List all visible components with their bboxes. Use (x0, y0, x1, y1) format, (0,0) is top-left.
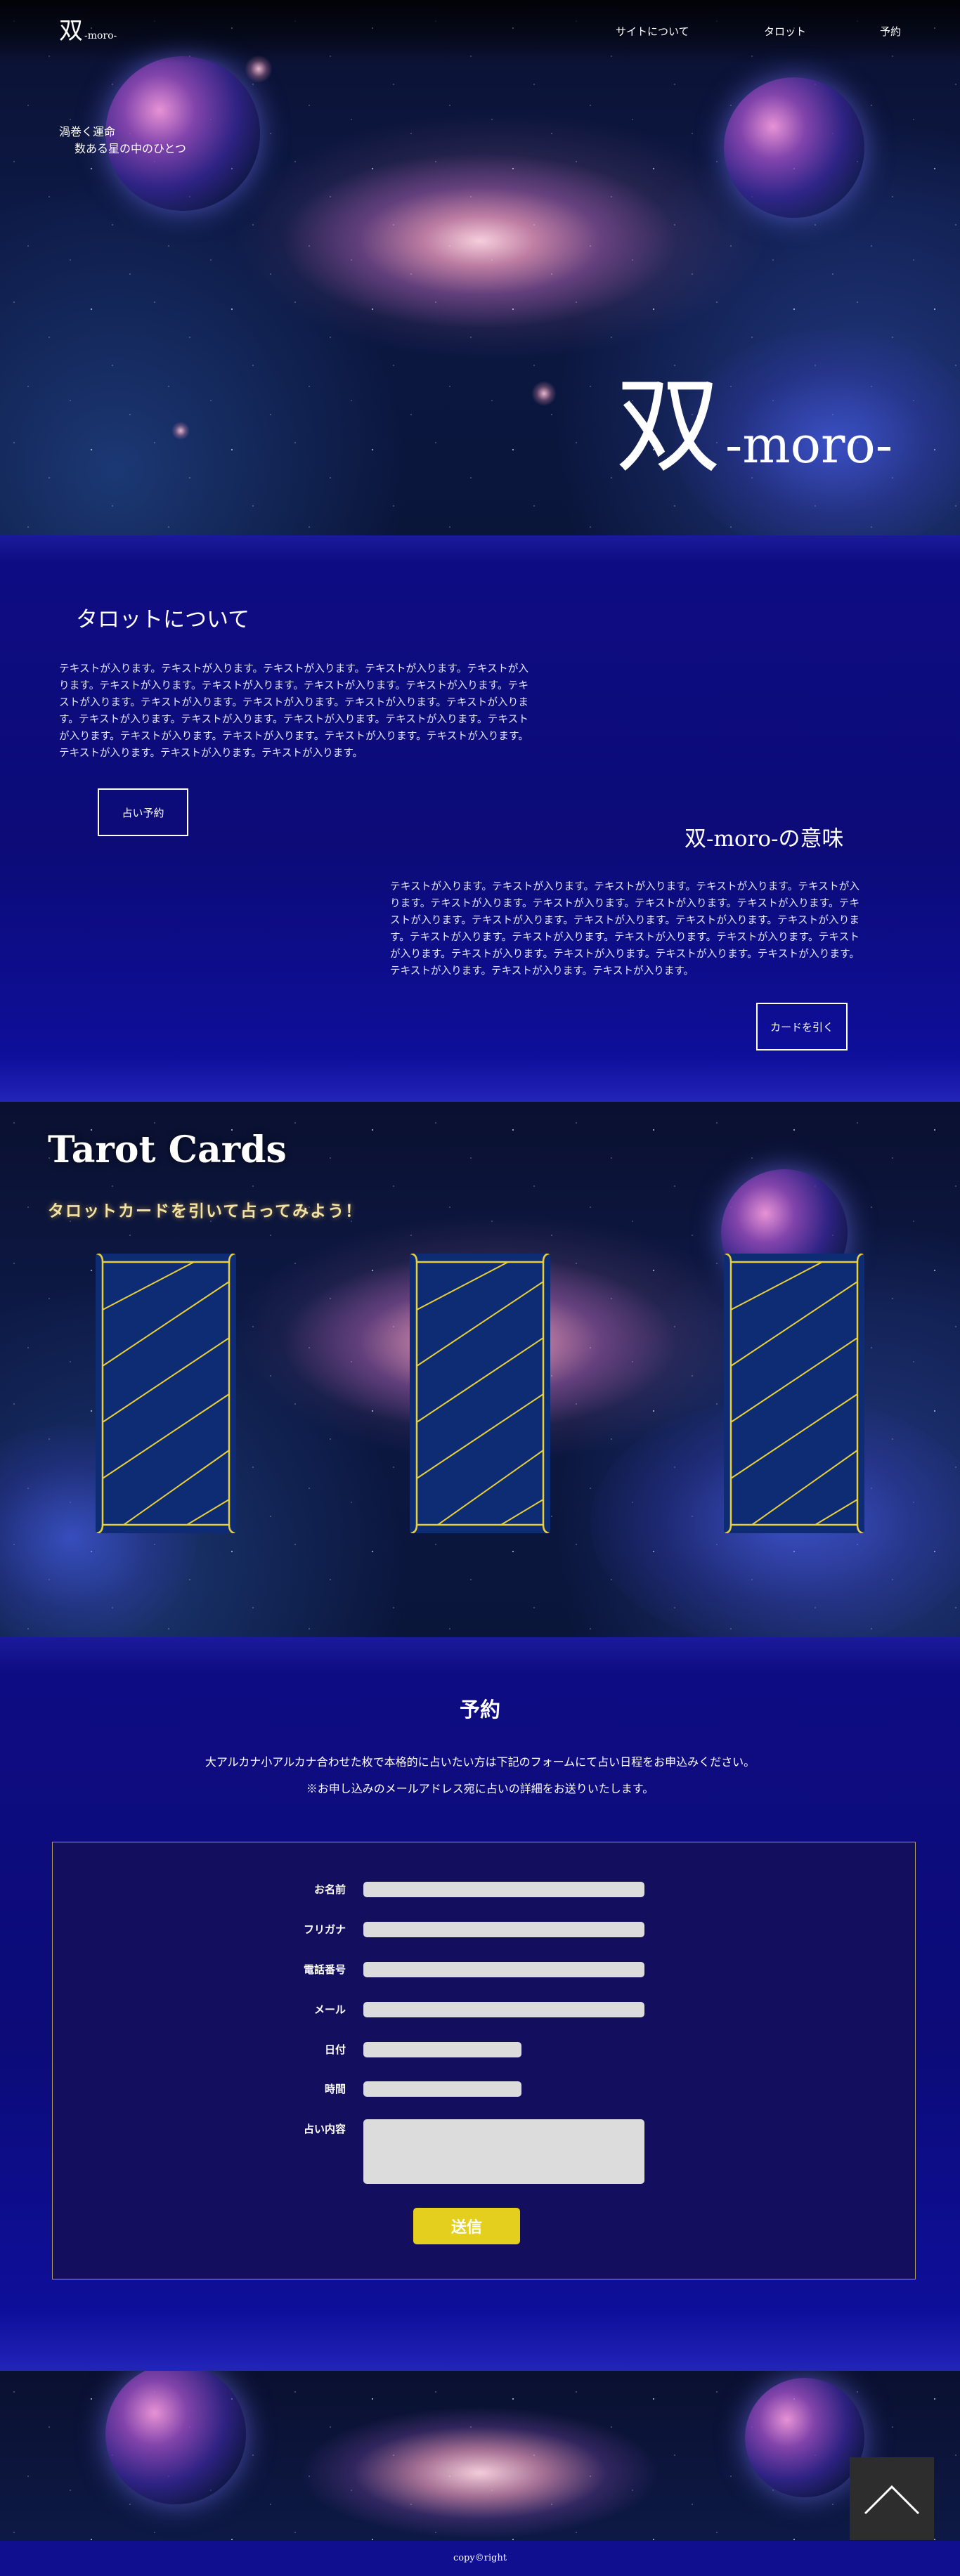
content-textarea[interactable] (363, 2119, 644, 2184)
about-heading: タロットについて (76, 607, 250, 632)
hero-title: 双-moro- (616, 365, 893, 488)
label-date: 日付 (324, 2043, 346, 2056)
label-furigana: フリガナ (303, 1923, 346, 1936)
reservation-intro-1: 大アルカナ小アルカナ合わせた枚で本格的に占いたい方は下記のフォームにて占い日程を… (205, 1755, 755, 1769)
meaning-heading: 双-moro-の意味 (685, 826, 844, 852)
star-glow (531, 381, 557, 406)
tarot-card-2[interactable] (410, 1254, 550, 1533)
label-time: 時間 (324, 2083, 346, 2095)
furigana-field[interactable] (363, 1922, 644, 1937)
label-name: お名前 (313, 1883, 346, 1896)
label-content: 占い内容 (303, 2123, 346, 2135)
label-phone: 電話番号 (303, 1963, 346, 1976)
footer-image (0, 2371, 960, 2541)
nav-item-tarot[interactable]: タロット (764, 24, 806, 39)
copyright: copy©right (0, 2541, 960, 2576)
label-email: メール (313, 2003, 346, 2016)
hero-tagline: 渦巻く運命 数ある星の中のひとつ (59, 124, 186, 157)
chevron-up-icon (864, 2485, 920, 2515)
reservation-intro-2: ※お申し込みのメールアドレス宛に占いの詳細をお送りいたします。 (306, 1782, 654, 1795)
card-back-pattern (96, 1254, 236, 1533)
site-header: 双 -moro- サイトについて タロット 予約 (0, 0, 960, 63)
reservation-title: 予約 (459, 1698, 500, 1722)
tagline-line-1: 渦巻く運命 (59, 125, 116, 138)
tagline-line-2: 数ある星の中のひとつ (74, 142, 186, 155)
planet-right (724, 77, 864, 218)
nav-item-about[interactable]: サイトについて (616, 24, 689, 39)
planet-right (745, 2378, 864, 2497)
phone-field[interactable] (363, 1962, 644, 1977)
draw-card-button[interactable]: カードを引く (756, 1003, 848, 1050)
email-field[interactable] (363, 2002, 644, 2017)
star-glow (171, 422, 190, 440)
name-field[interactable] (363, 1882, 644, 1897)
nav-item-reservation[interactable]: 予約 (880, 24, 901, 39)
site-logo[interactable]: 双 -moro- (59, 17, 117, 50)
date-field[interactable] (363, 2042, 521, 2057)
card-back-pattern (410, 1254, 550, 1533)
meaning-body: テキストが入ります。テキストが入ります。テキストが入ります。テキストが入ります。… (390, 880, 860, 977)
about-body: テキストが入ります。テキストが入ります。テキストが入ります。テキストが入ります。… (59, 663, 528, 759)
time-field[interactable] (363, 2081, 521, 2097)
tarot-card-1[interactable] (96, 1254, 236, 1533)
card-back-pattern (724, 1254, 864, 1533)
tarot-card-3[interactable] (724, 1254, 864, 1533)
tarot-subtitle: タロットカードを引いて占ってみよう！ (48, 1202, 363, 1221)
page-top-button[interactable] (850, 2457, 934, 2540)
tarot-title: Tarot Cards (48, 1128, 287, 1171)
submit-button[interactable]: 送信 (413, 2208, 520, 2244)
reserve-button[interactable]: 占い予約 (98, 788, 188, 836)
hero-section: 双 -moro- サイトについて タロット 予約 渦巻く運命 数ある星の中のひとつ… (0, 0, 960, 535)
